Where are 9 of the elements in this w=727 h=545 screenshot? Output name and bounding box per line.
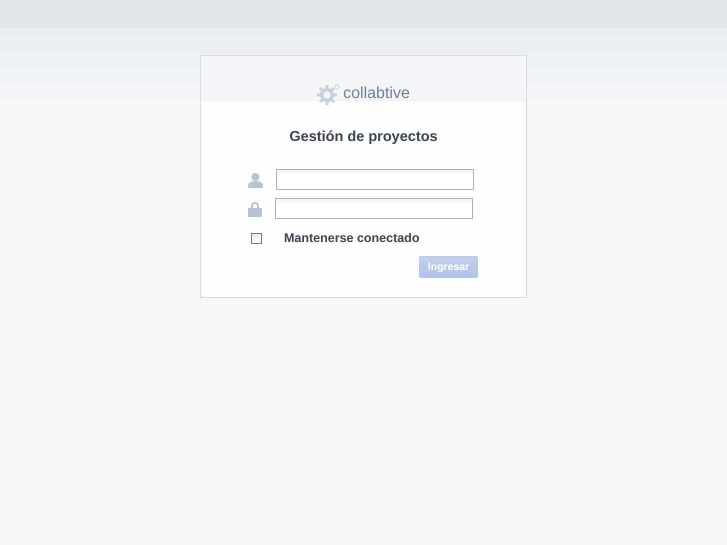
logo-text: collabtive xyxy=(343,85,410,103)
remember-checkbox[interactable] xyxy=(251,232,262,244)
gear-icon xyxy=(317,82,342,106)
page-title: Gestión de proyectos xyxy=(289,129,438,145)
lock-icon xyxy=(248,200,262,216)
password-field[interactable] xyxy=(275,198,473,219)
remember-label: Mantenerse conectado xyxy=(284,231,420,245)
user-icon xyxy=(248,172,263,188)
username-field[interactable] xyxy=(276,169,474,190)
